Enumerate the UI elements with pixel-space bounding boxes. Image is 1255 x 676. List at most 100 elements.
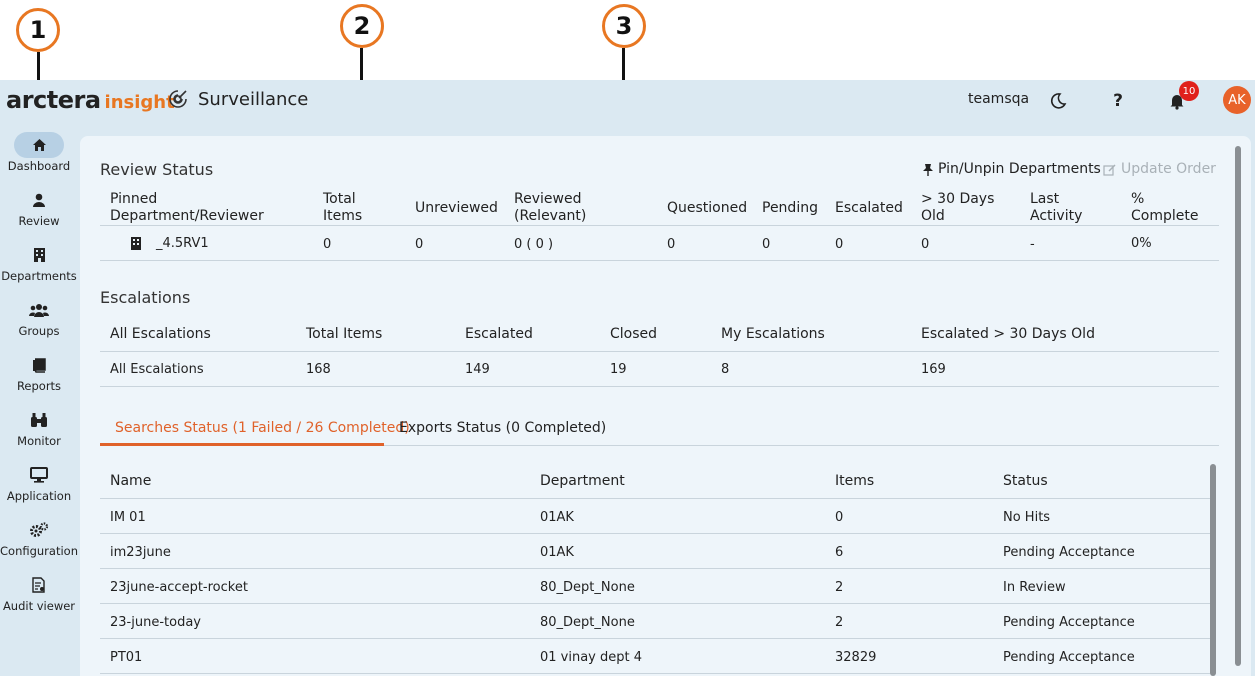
- product-name: Surveillance: [198, 89, 309, 110]
- cell: 0: [415, 237, 424, 252]
- brand-name: arctera: [6, 86, 101, 114]
- sidebar-item-label: Reports: [16, 379, 62, 393]
- sidebar-item-label: Configuration: [0, 544, 78, 558]
- active-tab-indicator: [100, 443, 384, 446]
- notification-badge: 10: [1179, 81, 1199, 101]
- cell: 0: [835, 237, 844, 252]
- col-header: > 30 Days Old: [921, 191, 995, 224]
- divider: [100, 673, 1210, 674]
- col-header: Department: [540, 473, 625, 489]
- sidebar-item-label: Monitor: [17, 434, 61, 448]
- building-icon: [131, 237, 141, 250]
- help-icon[interactable]: ?: [1106, 89, 1130, 113]
- gears-icon: [30, 522, 49, 537]
- cell: 01 vinay dept 4: [540, 650, 643, 665]
- col-header: My Escalations: [721, 326, 825, 342]
- book-icon: [33, 357, 46, 373]
- cell: 19: [610, 362, 627, 377]
- cell: 80_Dept_None: [540, 580, 635, 595]
- top-bar: arctera insight Surveillance teamsqa ? 1…: [0, 80, 1255, 122]
- col-header: Escalated: [835, 200, 903, 216]
- table-scrollbar[interactable]: [1210, 464, 1216, 676]
- sidebar-item-groups[interactable]: Groups: [0, 297, 78, 349]
- cell: PT01: [110, 650, 143, 665]
- callout-2: 2: [340, 4, 384, 48]
- divider: [384, 445, 1219, 446]
- brand-insight: insight: [104, 92, 175, 113]
- cell: 0: [667, 237, 676, 252]
- cell: -: [1030, 237, 1035, 252]
- cell: _4.5RV1: [156, 236, 209, 251]
- cell: 23june-accept-rocket: [110, 580, 248, 595]
- sidebar-item-label: Departments: [1, 269, 77, 283]
- cell: 2: [835, 615, 844, 630]
- cell: 0: [835, 510, 844, 525]
- audit-doc-icon: [32, 577, 45, 593]
- col-header: Reviewed (Relevant): [514, 191, 587, 224]
- cell: 23-june-today: [110, 615, 201, 630]
- sidebar-item-departments[interactable]: Departments: [0, 242, 78, 294]
- sidebar-item-application[interactable]: Application: [0, 462, 78, 514]
- sidebar-item-label: Review: [18, 214, 60, 228]
- col-header: Unreviewed: [415, 200, 498, 216]
- update-order-label: Update Order: [1121, 161, 1216, 177]
- col-header: Questioned: [667, 200, 748, 216]
- cell: 169: [921, 362, 946, 377]
- callout-3: 3: [602, 4, 646, 48]
- divider: [100, 225, 1219, 226]
- pin-unpin-label: Pin/Unpin Departments: [938, 161, 1101, 177]
- surveillance-logo-icon: [169, 90, 187, 108]
- moon-icon[interactable]: [1046, 89, 1070, 113]
- brand-logo[interactable]: arctera insight: [6, 86, 175, 114]
- cell: IM 01: [110, 510, 146, 525]
- sidebar-item-monitor[interactable]: Monitor: [0, 407, 78, 459]
- dashboard-panel: Review Status Pin/Unpin Departments Upda…: [80, 136, 1251, 676]
- sidebar-item-audit-viewer[interactable]: Audit viewer: [0, 572, 78, 624]
- user-icon: [33, 193, 45, 207]
- cell: 01AK: [540, 545, 574, 560]
- cell: 0%: [1131, 236, 1152, 251]
- divider: [100, 498, 1210, 499]
- cell: 8: [721, 362, 730, 377]
- monitor-icon: [30, 467, 48, 483]
- col-header: Pinned Department/Reviewer: [110, 191, 264, 224]
- col-header: Status: [1003, 473, 1048, 489]
- col-header: Total Items: [306, 326, 383, 342]
- callout-1: 1: [16, 8, 60, 52]
- pin-unpin-button[interactable]: Pin/Unpin Departments: [922, 161, 1101, 177]
- avatar[interactable]: AK: [1223, 86, 1251, 114]
- cell: 0 ( 0 ): [514, 237, 554, 252]
- cell: 01AK: [540, 510, 574, 525]
- username[interactable]: teamsqa: [968, 91, 1029, 107]
- tab-searches-status[interactable]: Searches Status (1 Failed / 26 Completed…: [115, 420, 410, 436]
- sidebar-item-label: Dashboard: [7, 159, 71, 173]
- cell: 2: [835, 580, 844, 595]
- col-header: All Escalations: [110, 326, 211, 342]
- sidebar-item-dashboard[interactable]: Dashboard: [0, 132, 78, 184]
- home-icon: [32, 139, 46, 151]
- cell: 80_Dept_None: [540, 615, 635, 630]
- cell: In Review: [1003, 580, 1066, 595]
- sidebar-item-review[interactable]: Review: [0, 187, 78, 239]
- cell: All Escalations: [110, 362, 204, 377]
- sidebar-item-label: Audit viewer: [2, 599, 76, 613]
- building-icon: [33, 248, 45, 262]
- divider: [100, 533, 1210, 534]
- divider: [100, 603, 1210, 604]
- app-window: arctera insight Surveillance teamsqa ? 1…: [0, 80, 1255, 676]
- update-order-button[interactable]: Update Order: [1103, 161, 1216, 177]
- sidebar-item-label: Application: [6, 489, 72, 503]
- cell: No Hits: [1003, 510, 1051, 525]
- cell: 149: [465, 362, 490, 377]
- sidebar-item-reports[interactable]: Reports: [0, 352, 78, 404]
- sidebar-item-configuration[interactable]: Configuration: [0, 517, 78, 569]
- sidebar-item-label: Groups: [18, 324, 60, 338]
- page-scrollbar[interactable]: [1235, 146, 1241, 666]
- pin-icon: [923, 163, 933, 176]
- cell: Pending Acceptance: [1003, 545, 1135, 560]
- col-header: Total Items: [323, 191, 363, 224]
- binoculars-icon: [31, 413, 47, 427]
- tab-exports-status[interactable]: Exports Status (0 Completed): [399, 420, 606, 436]
- divider: [100, 351, 1219, 352]
- cell: 6: [835, 545, 844, 560]
